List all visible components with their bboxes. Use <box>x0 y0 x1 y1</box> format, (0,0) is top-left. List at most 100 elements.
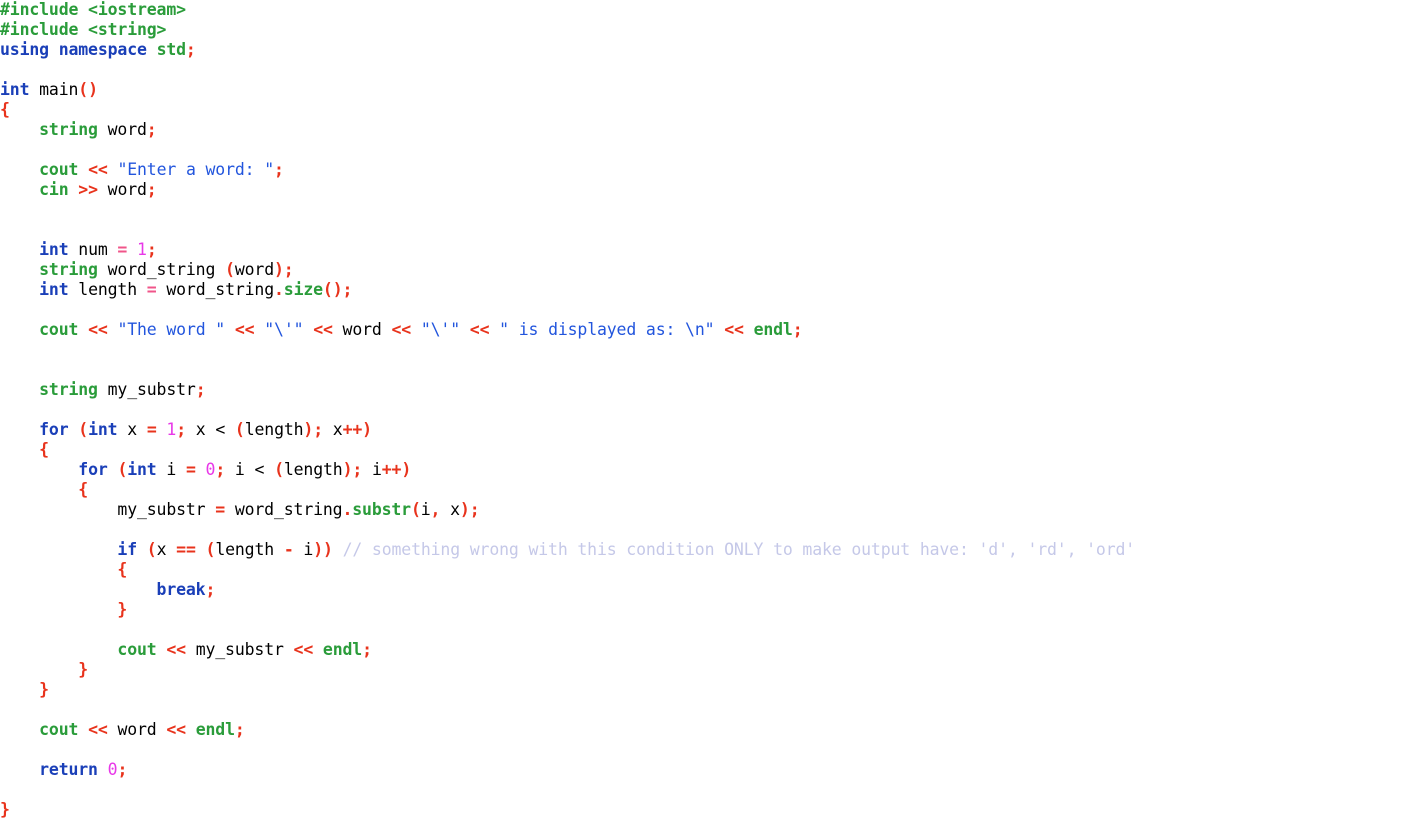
code-editor-view: #include <iostream> #include <string> usin… <box>0 0 1406 828</box>
code-line: } <box>0 800 1406 820</box>
code-token: int <box>0 80 30 99</box>
code-token: cout <box>39 720 79 739</box>
code-token: } <box>78 660 89 679</box>
code-token: word <box>97 180 147 199</box>
code-token: = <box>185 460 196 479</box>
code-token: 1 <box>166 420 177 439</box>
code-line: cout << "Enter a word: "; <box>0 160 1406 180</box>
code-token: ( <box>274 460 284 479</box>
code-token: << <box>234 320 255 339</box>
code-token: // something wrong with this condition O… <box>342 540 1136 559</box>
code-token: "Enter a word: " <box>117 160 274 179</box>
code-line: } <box>0 600 1406 620</box>
code-token: " is displayed as: \n" <box>499 320 715 339</box>
code-line: } <box>0 660 1406 680</box>
code-token: ) <box>273 260 284 279</box>
code-line: int length = word_string.size(); <box>0 280 1406 300</box>
code-line: { <box>0 560 1406 580</box>
code-token: { <box>39 440 49 459</box>
code-line: return 0; <box>0 760 1406 780</box>
code-token: x <box>117 420 147 439</box>
code-token: x < <box>186 420 235 439</box>
code-token: substr <box>352 500 411 519</box>
code-token: << <box>166 640 186 659</box>
code-line: cout << my_substr << endl; <box>0 640 1406 660</box>
code-token: "\'" <box>264 320 304 339</box>
code-token: () <box>322 280 343 299</box>
code-line: string word; <box>0 120 1406 140</box>
code-token: } <box>117 600 128 619</box>
code-token: { <box>0 100 10 119</box>
code-token: string <box>39 260 98 279</box>
code-line: for (int i = 0; i < (length); i++) <box>0 460 1406 480</box>
code-token: 1 <box>137 240 147 259</box>
code-token: ; <box>792 320 803 339</box>
code-token: = <box>146 280 157 299</box>
code-token: ; <box>195 380 206 399</box>
code-token: ; <box>313 420 324 439</box>
code-token: << <box>313 320 333 339</box>
code-token: } <box>39 680 49 699</box>
code-token: ) <box>362 420 372 439</box>
code-token: << <box>724 320 744 339</box>
code-token: ; <box>283 260 294 279</box>
code-line: cout << "The word " << "\'" << word << "… <box>0 320 1406 340</box>
code-token: ; <box>205 580 216 599</box>
code-token: . <box>273 280 284 299</box>
code-token: break <box>156 580 206 599</box>
code-token: my_substr <box>185 640 294 659</box>
code-token: size <box>283 280 323 299</box>
code-token: ( <box>234 420 245 439</box>
code-token: = <box>117 240 128 259</box>
code-line: int num = 1; <box>0 240 1406 260</box>
code-token: ; <box>176 420 186 439</box>
code-token: endl <box>753 320 793 339</box>
code-token: ( <box>146 540 157 559</box>
code-token: i <box>293 540 314 559</box>
code-token: { <box>117 560 128 579</box>
code-token: cout <box>117 640 157 659</box>
code-line: { <box>0 100 1406 120</box>
code-token: string <box>39 380 98 399</box>
code-token: endl <box>322 640 363 659</box>
code-token: ( <box>225 260 235 279</box>
code-token: word <box>107 720 167 739</box>
code-token: word_string <box>225 500 343 519</box>
code-line: string my_substr; <box>0 380 1406 400</box>
code-token: ; <box>117 760 128 779</box>
code-line: cout << word << endl; <box>0 720 1406 740</box>
code-token: for <box>78 460 108 479</box>
code-token: int <box>88 420 118 439</box>
code-token: } <box>0 800 10 819</box>
code-line: cin >> word; <box>0 180 1406 200</box>
code-token: << <box>469 320 490 339</box>
code-token: ) <box>401 460 412 479</box>
code-token: word <box>97 120 147 139</box>
code-line: break; <box>0 580 1406 600</box>
